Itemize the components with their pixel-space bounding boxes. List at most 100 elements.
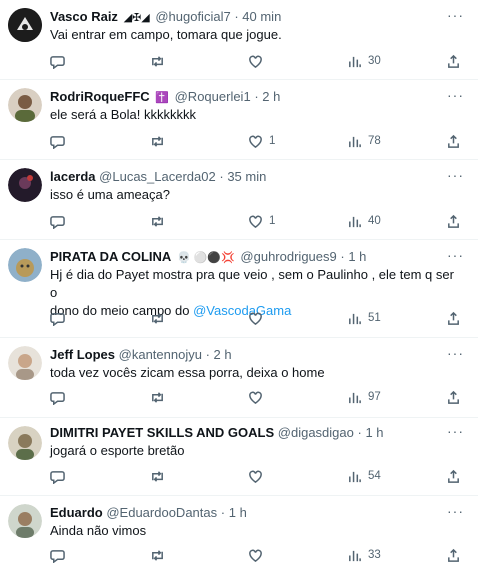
share-button[interactable] xyxy=(446,309,461,327)
retweet-icon xyxy=(152,312,163,324)
share-button[interactable] xyxy=(446,212,461,230)
avatar[interactable] xyxy=(8,346,42,380)
reply-tweet[interactable]: PIRATA DA COLINA 💀 ⚪⚫💢 @guhrodrigues9 · … xyxy=(0,240,478,338)
views-button[interactable]: 97 xyxy=(347,388,381,406)
view-count: 33 xyxy=(368,549,381,561)
separator-dot: · xyxy=(357,425,362,440)
retweet-button[interactable] xyxy=(150,212,165,230)
reply-tweet[interactable]: Eduardo @EduardooDantas · 1 h ··· Ainda … xyxy=(0,496,478,574)
avatar[interactable] xyxy=(8,426,42,460)
timestamp[interactable]: 1 h xyxy=(365,425,383,440)
heart-icon xyxy=(249,391,262,404)
more-options-icon[interactable]: ··· xyxy=(447,423,464,439)
like-button[interactable] xyxy=(248,467,269,485)
author-name[interactable]: Vasco Raiz xyxy=(50,9,118,24)
avatar[interactable] xyxy=(8,504,42,538)
share-button[interactable] xyxy=(446,132,461,150)
view-count: 97 xyxy=(368,391,381,403)
share-icon xyxy=(448,214,459,228)
timestamp[interactable]: 2 h xyxy=(262,89,280,104)
views-button[interactable]: 33 xyxy=(347,546,381,564)
retweet-button[interactable] xyxy=(150,546,165,564)
reply-button[interactable] xyxy=(50,212,65,230)
views-icon xyxy=(349,216,361,227)
more-options-icon[interactable]: ··· xyxy=(447,345,464,361)
reply-button[interactable] xyxy=(50,546,65,564)
timestamp[interactable]: 40 min xyxy=(242,9,281,24)
author-handle[interactable]: @EduardooDantas xyxy=(106,505,217,520)
timestamp[interactable]: 2 h xyxy=(214,347,232,362)
author-handle[interactable]: @kantennojyu xyxy=(119,347,202,362)
timestamp[interactable]: 35 min xyxy=(227,169,266,184)
reply-tweet[interactable]: DIMITRI PAYET SKILLS AND GOALS @digasdig… xyxy=(0,418,478,496)
retweet-icon xyxy=(152,135,163,147)
author-name[interactable]: PIRATA DA COLINA xyxy=(50,249,171,264)
reply-tweet[interactable]: RodriRoqueFFC ✝️ @Roquerlei1 · 2 h ··· e… xyxy=(0,80,478,160)
share-button[interactable] xyxy=(446,388,461,406)
reply-icon xyxy=(50,215,65,229)
views-button[interactable]: 78 xyxy=(347,132,381,150)
view-count: 30 xyxy=(368,55,381,67)
more-options-icon[interactable]: ··· xyxy=(447,167,464,183)
avatar[interactable] xyxy=(8,248,42,282)
share-button[interactable] xyxy=(446,52,461,70)
share-icon xyxy=(448,134,459,148)
views-button[interactable]: 40 xyxy=(347,212,381,230)
reply-icon xyxy=(50,312,65,326)
author-name[interactable]: Jeff Lopes xyxy=(50,347,115,362)
author-handle[interactable]: @Lucas_Lacerda02 xyxy=(99,169,216,184)
reply-button[interactable] xyxy=(50,467,65,485)
avatar[interactable] xyxy=(8,168,42,202)
reply-icon xyxy=(50,55,65,69)
retweet-button[interactable] xyxy=(150,52,165,70)
avatar[interactable] xyxy=(8,8,42,42)
views-button[interactable]: 51 xyxy=(347,309,381,327)
reply-tweet[interactable]: lacerda @Lucas_Lacerda02 · 35 min ··· is… xyxy=(0,160,478,240)
separator-dot: · xyxy=(340,249,345,264)
author-handle[interactable]: @digasdigao xyxy=(278,425,354,440)
timestamp[interactable]: 1 h xyxy=(229,505,247,520)
like-button[interactable]: 1 xyxy=(248,132,275,150)
retweet-button[interactable] xyxy=(150,132,165,150)
reply-tweet[interactable]: Jeff Lopes @kantennojyu · 2 h ··· toda v… xyxy=(0,338,478,418)
author-handle[interactable]: @hugoficial7 xyxy=(155,9,230,24)
share-button[interactable] xyxy=(446,467,461,485)
share-button[interactable] xyxy=(446,546,461,564)
like-button[interactable]: 1 xyxy=(248,212,275,230)
retweet-button[interactable] xyxy=(150,309,165,327)
more-options-icon[interactable]: ··· xyxy=(447,503,464,519)
more-options-icon[interactable]: ··· xyxy=(447,87,464,103)
like-button[interactable] xyxy=(248,546,269,564)
author-name[interactable]: lacerda xyxy=(50,169,96,184)
reply-button[interactable] xyxy=(50,388,65,406)
author-handle[interactable]: @guhrodrigues9 xyxy=(240,249,336,264)
retweet-button[interactable] xyxy=(150,388,165,406)
more-options-icon[interactable]: ··· xyxy=(447,247,464,263)
timestamp[interactable]: 1 h xyxy=(348,249,366,264)
retweet-icon xyxy=(152,549,163,561)
views-icon xyxy=(349,550,361,561)
reply-tweet[interactable]: Vasco Raiz ◢✠◢ @hugoficial7 · 40 min ···… xyxy=(0,0,478,80)
heart-icon xyxy=(249,470,262,483)
views-button[interactable]: 30 xyxy=(347,52,381,70)
author-name[interactable]: Eduardo xyxy=(50,505,103,520)
author-handle[interactable]: @Roquerlei1 xyxy=(175,89,251,104)
views-icon xyxy=(349,136,361,147)
views-button[interactable]: 54 xyxy=(347,467,381,485)
share-icon xyxy=(448,54,459,68)
author-name[interactable]: RodriRoqueFFC xyxy=(50,89,150,104)
retweet-button[interactable] xyxy=(150,467,165,485)
reply-button[interactable] xyxy=(50,309,65,327)
reply-button[interactable] xyxy=(50,52,65,70)
author-name[interactable]: DIMITRI PAYET SKILLS AND GOALS xyxy=(50,425,274,440)
like-button[interactable] xyxy=(248,388,269,406)
reply-icon xyxy=(50,549,65,563)
reply-button[interactable] xyxy=(50,132,65,150)
tweet-text: Ainda não vimos xyxy=(50,523,147,538)
avatar[interactable] xyxy=(8,88,42,122)
tweet-text: jogará o esporte bretão xyxy=(50,443,185,458)
like-button[interactable] xyxy=(248,309,269,327)
more-options-icon[interactable]: ··· xyxy=(447,7,464,23)
share-icon xyxy=(448,390,459,404)
like-button[interactable] xyxy=(248,52,269,70)
